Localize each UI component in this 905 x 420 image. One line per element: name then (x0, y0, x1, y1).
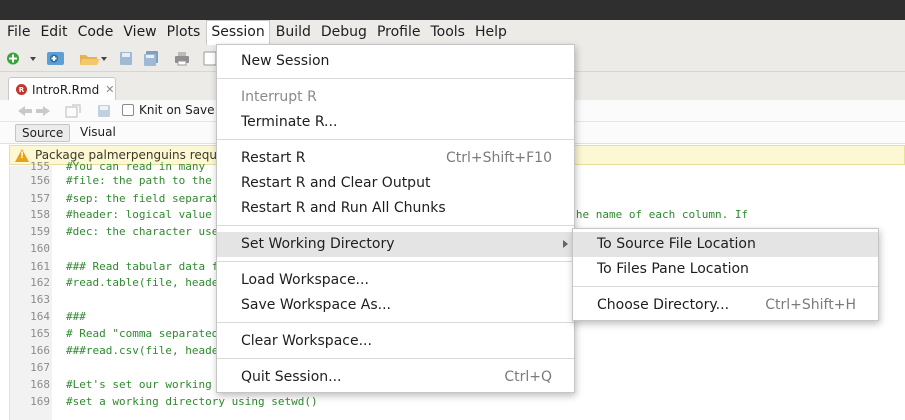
line-number: 162 (30, 276, 50, 289)
menu-set-working-directory[interactable]: Set Working Directory (217, 232, 574, 257)
tab-intro-rmd[interactable]: R IntroR.Rmd ✕ (8, 77, 116, 101)
nav-back-forward-icon[interactable] (17, 105, 51, 117)
line-number: 158 (30, 208, 50, 221)
menu-separator (217, 358, 574, 359)
submenu-to-source-file-location[interactable]: To Source File Location (573, 232, 878, 257)
menu-shortcut: Ctrl+Shift+H (765, 297, 856, 313)
menu-item-label: Clear Workspace... (241, 333, 372, 349)
knit-on-save-control[interactable]: Knit on Save (122, 103, 215, 117)
code-text: ### (66, 310, 86, 323)
knit-on-save-checkbox[interactable] (122, 104, 134, 116)
menu-shortcut: Ctrl+Shift+F10 (445, 150, 552, 166)
code-line: 169 #set a working directory using setwd(… (10, 393, 900, 411)
line-number: 167 (30, 361, 50, 374)
menu-profile[interactable]: Profile (373, 20, 425, 45)
menu-item-label: To Source File Location (597, 236, 756, 252)
menu-load-workspace[interactable]: Load Workspace... (217, 268, 574, 293)
save-icon[interactable] (119, 51, 133, 66)
new-file-icon[interactable] (6, 51, 36, 66)
line-number: 166 (30, 344, 50, 357)
menu-shortcut: Ctrl+Q (504, 369, 552, 385)
menu-item-label: Set Working Directory (241, 236, 395, 252)
submenu-choose-directory[interactable]: Choose Directory... Ctrl+Shift+H (573, 293, 878, 318)
menu-separator (217, 225, 574, 226)
code-text: # Read "comma separated (66, 327, 219, 340)
menu-restart-clear-output[interactable]: Restart R and Clear Output (217, 171, 574, 196)
menu-file[interactable]: File (3, 20, 34, 45)
menu-item-label: Load Workspace... (241, 272, 369, 288)
menu-view[interactable]: View (119, 20, 160, 45)
go-to-file-icon[interactable] (203, 51, 217, 66)
menu-edit[interactable]: Edit (36, 20, 71, 45)
menu-code[interactable]: Code (74, 20, 118, 45)
show-in-window-icon[interactable] (65, 104, 81, 118)
menu-item-label: Choose Directory... (597, 297, 730, 313)
menu-item-label: Terminate R... (241, 114, 338, 130)
source-mode-button[interactable]: Source (15, 124, 71, 142)
rmd-file-icon: R (16, 84, 27, 95)
submenu-to-files-pane-location[interactable]: To Files Pane Location (573, 257, 878, 282)
save-all-icon[interactable] (143, 51, 159, 66)
menu-item-label: Save Workspace As... (241, 297, 392, 313)
menu-new-session[interactable]: New Session (217, 49, 574, 74)
menu-item-label: To Files Pane Location (597, 261, 749, 277)
menu-restart-r[interactable]: Restart R Ctrl+Shift+F10 (217, 146, 574, 171)
code-text: #dec: the character use (66, 225, 219, 238)
line-number: 159 (30, 225, 50, 238)
menu-debug[interactable]: Debug (317, 20, 371, 45)
close-tab-icon[interactable]: ✕ (105, 83, 114, 96)
session-menu: New Session Interrupt R Terminate R... R… (216, 44, 575, 393)
menu-help[interactable]: Help (471, 20, 511, 45)
menu-separator (217, 261, 574, 262)
menu-item-label: Interrupt R (241, 89, 317, 105)
menu-plots[interactable]: Plots (163, 20, 205, 45)
working-directory-submenu: To Source File Location To Files Pane Lo… (572, 228, 879, 321)
menu-separator (217, 139, 574, 140)
menu-item-label: Quit Session... (241, 369, 342, 385)
menu-bar: File Edit Code View Plots Session Build … (0, 20, 905, 45)
visual-mode-button[interactable]: Visual (74, 124, 122, 142)
menu-session[interactable]: Session (206, 20, 270, 45)
editor-save-icon[interactable] (97, 104, 111, 118)
code-text: ###read.csv(file, heade (66, 344, 219, 357)
menu-build[interactable]: Build (272, 20, 315, 45)
knit-on-save-label: Knit on Save (139, 103, 215, 117)
window-title-bar (0, 0, 905, 20)
new-project-icon[interactable] (46, 51, 66, 66)
submenu-arrow-icon (563, 240, 568, 248)
line-number: 168 (30, 378, 50, 391)
line-number: 164 (30, 310, 50, 323)
menu-item-label: New Session (241, 53, 330, 69)
menu-separator (217, 78, 574, 79)
line-number: 163 (30, 293, 50, 306)
menu-quit-session[interactable]: Quit Session... Ctrl+Q (217, 365, 574, 390)
print-icon[interactable] (174, 51, 190, 66)
menu-interrupt-r: Interrupt R (217, 85, 574, 110)
line-number: 165 (30, 327, 50, 340)
menu-clear-workspace[interactable]: Clear Workspace... (217, 329, 574, 354)
menu-save-workspace-as[interactable]: Save Workspace As... (217, 293, 574, 318)
code-text: #read.table(file, heade (66, 276, 219, 289)
menu-separator (217, 322, 574, 323)
menu-item-label: Restart R and Clear Output (241, 175, 431, 191)
menu-separator (573, 286, 878, 287)
line-number: 156 (30, 174, 50, 187)
tab-label: IntroR.Rmd (32, 82, 100, 97)
line-number: 169 (30, 395, 50, 408)
code-text: #set a working directory using setwd() (66, 395, 318, 408)
open-file-icon[interactable] (79, 51, 107, 66)
menu-terminate-r[interactable]: Terminate R... (217, 110, 574, 135)
menu-item-label: Restart R (241, 150, 306, 166)
menu-tools[interactable]: Tools (426, 20, 469, 45)
menu-item-label: Restart R and Run All Chunks (241, 200, 446, 216)
menu-restart-run-all-chunks[interactable]: Restart R and Run All Chunks (217, 196, 574, 221)
line-number: 160 (30, 242, 50, 255)
code-text: #file: the path to the (66, 174, 212, 187)
